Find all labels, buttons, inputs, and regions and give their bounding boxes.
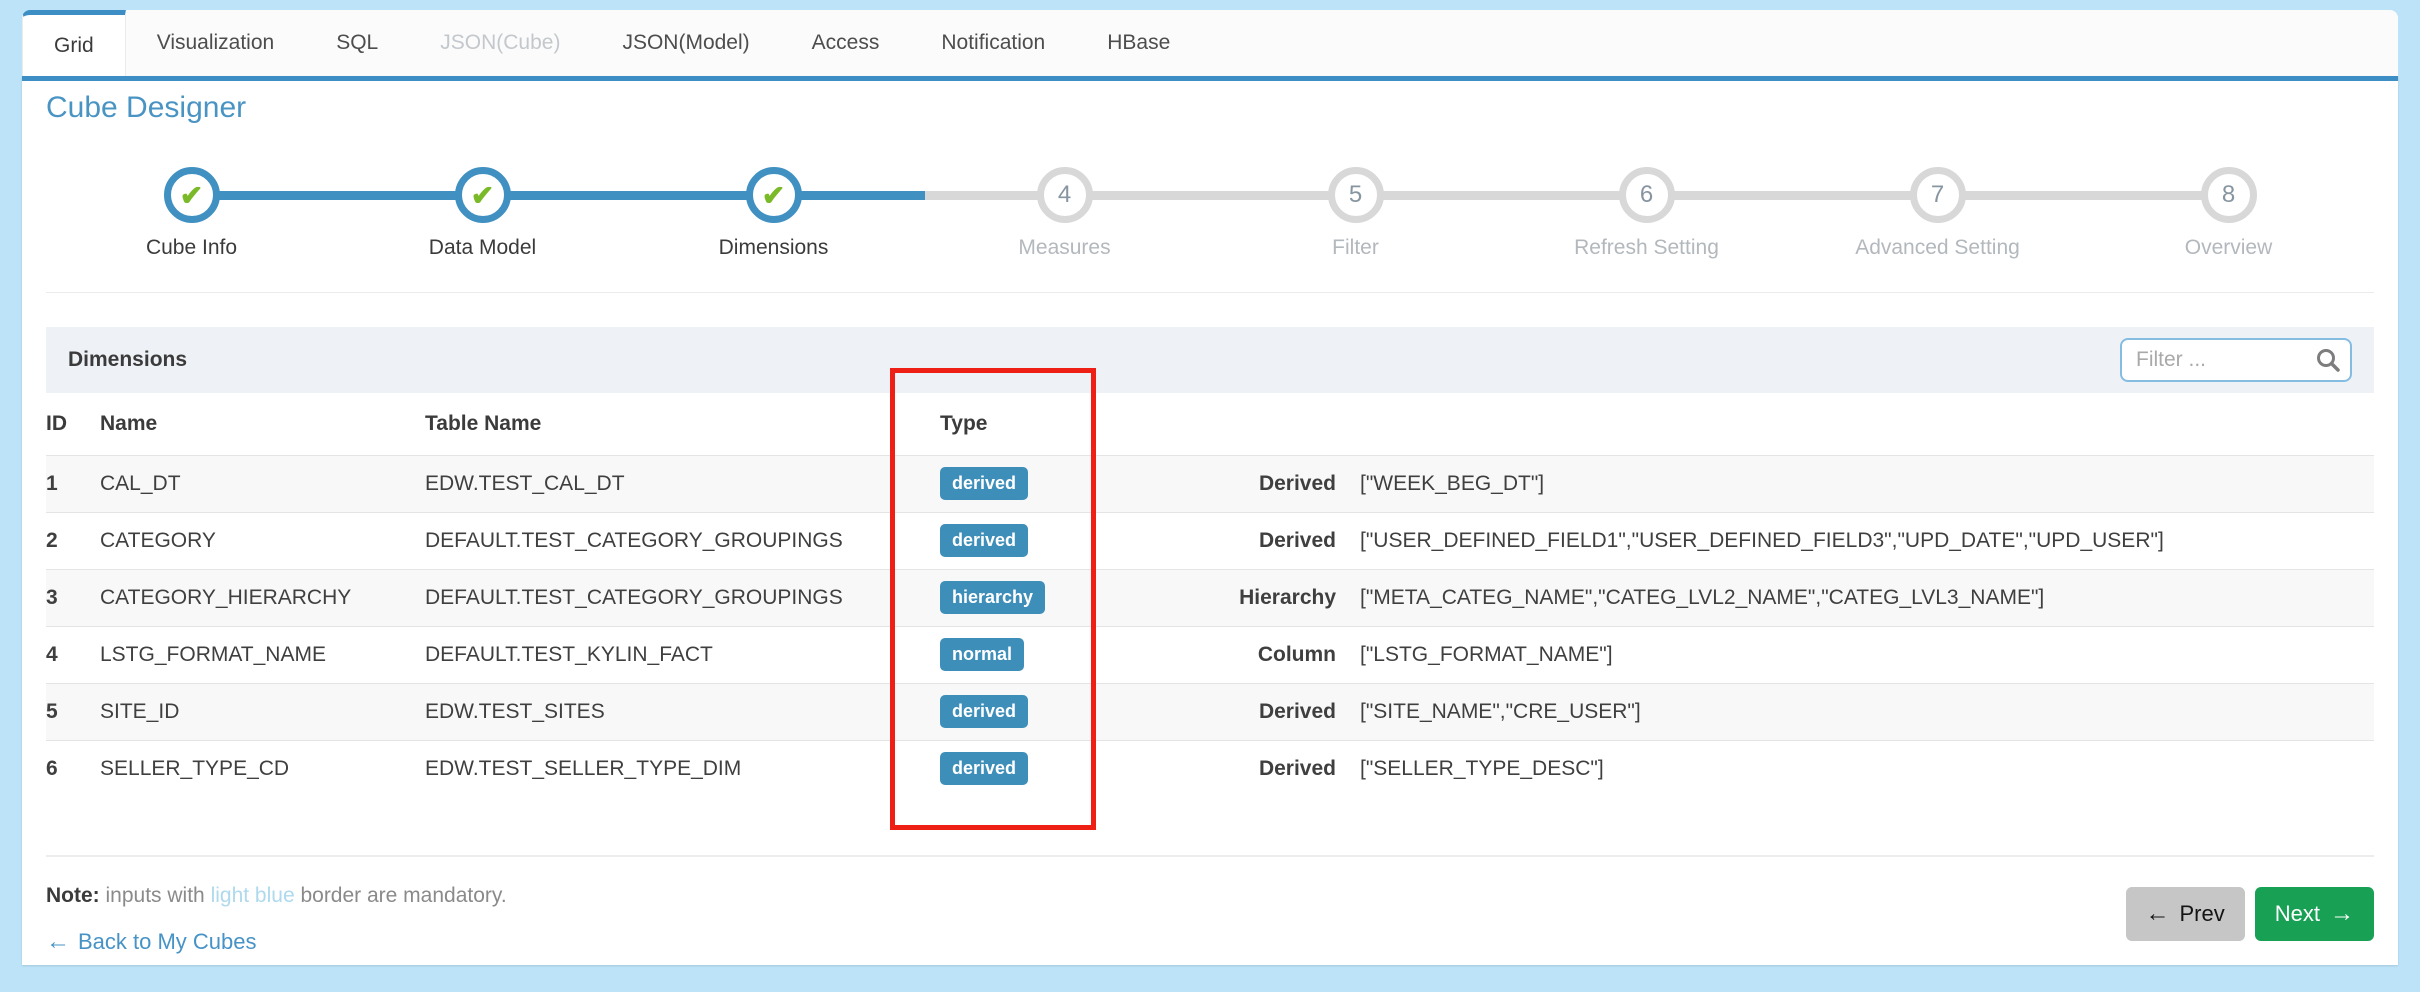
header-id: ID: [46, 393, 100, 455]
type-badge: normal: [940, 638, 1024, 671]
table-bottom-divider: [46, 855, 2374, 857]
back-to-my-cubes-link[interactable]: ← Back to My Cubes: [46, 928, 257, 956]
step-label: Measures: [919, 236, 1210, 260]
dimensions-table: ID Name Table Name Type 1 CAL_DT EDW.TES…: [46, 393, 2374, 797]
dimensions-panel-title: Dimensions: [68, 348, 187, 372]
tab-grid[interactable]: Grid: [22, 10, 126, 76]
table-row: 5 SITE_ID EDW.TEST_SITES derived Derived…: [46, 683, 2374, 740]
step-circle: ✔ 4: [1037, 167, 1093, 223]
type-badge: derived: [940, 524, 1028, 557]
step-measures[interactable]: ✔ 4 Measures: [919, 167, 1210, 260]
page-title: Cube Designer: [46, 91, 246, 125]
table-row: 3 CATEGORY_HIERARCHY DEFAULT.TEST_CATEGO…: [46, 569, 2374, 626]
step-label: Advanced Setting: [1792, 236, 2083, 260]
back-arrow-icon: ←: [46, 928, 70, 956]
light-blue-text: light blue: [211, 884, 295, 907]
step-refresh-setting[interactable]: ✔ 6 Refresh Setting: [1501, 167, 1792, 260]
step-label: Filter: [1210, 236, 1501, 260]
tab-json-cube: JSON(Cube): [409, 10, 591, 76]
tab-bar: Grid Visualization SQL JSON(Cube) JSON(M…: [22, 10, 2398, 76]
prev-arrow-icon: ←: [2146, 900, 2170, 928]
table-row: 1 CAL_DT EDW.TEST_CAL_DT derived Derived…: [46, 455, 2374, 512]
tab-access[interactable]: Access: [781, 10, 911, 76]
step-circle: ✔ 8: [2201, 167, 2257, 223]
header-kind: [1090, 393, 1336, 455]
step-label: Data Model: [337, 236, 628, 260]
step-circle: ✔ 3: [746, 167, 802, 223]
step-label: Overview: [2083, 236, 2374, 260]
table-row: 2 CATEGORY DEFAULT.TEST_CATEGORY_GROUPIN…: [46, 512, 2374, 569]
tab-sql[interactable]: SQL: [305, 10, 409, 76]
header-type: Type: [940, 393, 1090, 455]
step-advanced-setting[interactable]: ✔ 7 Advanced Setting: [1792, 167, 2083, 260]
next-button[interactable]: Next →: [2255, 887, 2374, 941]
step-overview[interactable]: ✔ 8 Overview: [2083, 167, 2374, 260]
step-circle: ✔ 2: [455, 167, 511, 223]
step-label: Cube Info: [46, 236, 337, 260]
tab-notification[interactable]: Notification: [910, 10, 1076, 76]
step-circle: ✔ 6: [1619, 167, 1675, 223]
tab-hbase[interactable]: HBase: [1076, 10, 1201, 76]
cube-designer-panel: Cube Designer ✔ 1 Cube Info ✔ 2 Data Mod…: [22, 76, 2398, 965]
check-icon: ✔: [762, 179, 785, 212]
table-header-row: ID Name Table Name Type: [46, 393, 2374, 455]
step-circle: ✔ 1: [164, 167, 220, 223]
step-data-model[interactable]: ✔ 2 Data Model: [337, 167, 628, 260]
type-badge: hierarchy: [940, 581, 1045, 614]
wizard-stepper: ✔ 1 Cube Info ✔ 2 Data Model ✔ 3 Dimensi…: [46, 167, 2374, 287]
type-badge: derived: [940, 752, 1028, 785]
tab-visualization[interactable]: Visualization: [126, 10, 306, 76]
header-columns: [1336, 393, 2374, 455]
step-filter[interactable]: ✔ 5 Filter: [1210, 167, 1501, 260]
type-badge: derived: [940, 467, 1028, 500]
prev-button[interactable]: ← Prev: [2126, 887, 2245, 941]
table-row: 4 LSTG_FORMAT_NAME DEFAULT.TEST_KYLIN_FA…: [46, 626, 2374, 683]
check-icon: ✔: [180, 179, 203, 212]
step-label: Dimensions: [628, 236, 919, 260]
step-label: Refresh Setting: [1501, 236, 1792, 260]
tab-json-model[interactable]: JSON(Model): [591, 10, 780, 76]
step-circle: ✔ 5: [1328, 167, 1384, 223]
next-arrow-icon: →: [2330, 900, 2354, 928]
step-cube-info[interactable]: ✔ 1 Cube Info: [46, 167, 337, 260]
table-row: 6 SELLER_TYPE_CD EDW.TEST_SELLER_TYPE_DI…: [46, 740, 2374, 797]
mandatory-note: Note: inputs with light blue border are …: [46, 884, 507, 908]
type-badge: derived: [940, 695, 1028, 728]
check-icon: ✔: [471, 179, 494, 212]
search-icon: [2314, 346, 2342, 379]
header-name: Name: [100, 393, 425, 455]
step-circle: ✔ 7: [1910, 167, 1966, 223]
step-dimensions[interactable]: ✔ 3 Dimensions: [628, 167, 919, 260]
header-table: Table Name: [425, 393, 940, 455]
dimensions-panel-header: Dimensions: [46, 327, 2374, 393]
stepper-divider: [46, 292, 2374, 293]
